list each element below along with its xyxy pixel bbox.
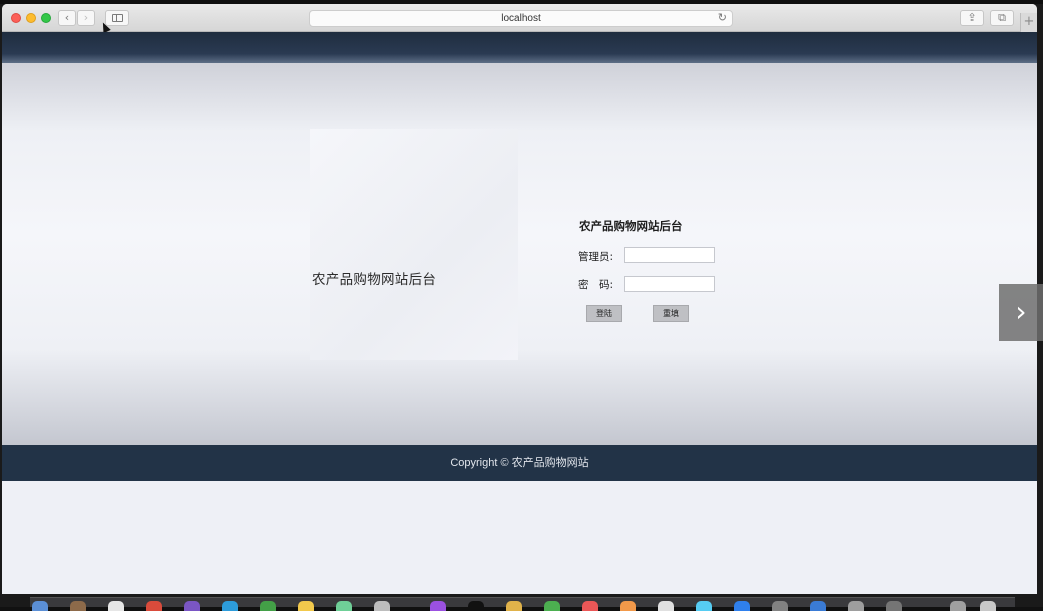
dock-app-icon[interactable]: [298, 601, 314, 611]
login-button[interactable]: 登陆: [586, 305, 622, 322]
tabs-icon: ⧉: [998, 11, 1006, 24]
dock-app-icon[interactable]: [336, 601, 352, 611]
dock-app-icon[interactable]: [374, 601, 390, 611]
dock-app-icon[interactable]: [222, 601, 238, 611]
dock-app-icon[interactable]: [950, 601, 966, 611]
sidebar-toggle-button[interactable]: [105, 10, 129, 26]
back-button[interactable]: ‹: [58, 10, 76, 26]
dock-app-icon[interactable]: [430, 601, 446, 611]
main-area: 农产品购物网站后台 农产品购物网站后台 管理员: 密 码: 登陆 重填: [2, 63, 1037, 445]
dock-app-icon[interactable]: [980, 601, 996, 611]
site-footer: Copyright © 农产品购物网站: [2, 445, 1037, 481]
left-panel: [310, 129, 518, 360]
close-window-button[interactable]: [11, 13, 21, 23]
dock-app-icon[interactable]: [810, 601, 826, 611]
dock-app-icon[interactable]: [32, 601, 48, 611]
page-content: 农产品购物网站后台 农产品购物网站后台 管理员: 密 码: 登陆 重填 Copy…: [2, 32, 1037, 594]
dock-app-icon[interactable]: [108, 601, 124, 611]
address-text: localhost: [501, 13, 541, 24]
share-icon: ⇪: [967, 11, 977, 24]
site-header: [2, 32, 1037, 63]
dock-app-icon[interactable]: [544, 601, 560, 611]
reset-button[interactable]: 重填: [653, 305, 689, 322]
admin-input[interactable]: [624, 247, 715, 263]
dock-app-icon[interactable]: [70, 601, 86, 611]
password-input[interactable]: [624, 276, 715, 292]
dock-app-icon[interactable]: [620, 601, 636, 611]
dock-app-icon[interactable]: [260, 601, 276, 611]
address-bar[interactable]: localhost ↻: [309, 10, 733, 27]
new-tab-button[interactable]: +: [1020, 13, 1037, 32]
dock-app-icon[interactable]: [468, 601, 484, 611]
chevron-left-icon: ‹: [64, 11, 70, 24]
show-tabs-button[interactable]: ⧉: [990, 10, 1014, 26]
reload-icon[interactable]: ↻: [718, 11, 727, 26]
dock-app-icon[interactable]: [772, 601, 788, 611]
sidebar-icon: [111, 14, 123, 22]
dock-app-icon[interactable]: [582, 601, 598, 611]
dock-app-icon[interactable]: [506, 601, 522, 611]
dock-app-icon[interactable]: [848, 601, 864, 611]
forward-button[interactable]: ›: [77, 10, 95, 26]
browser-window: ‹ › localhost ↻ ⇪ ⧉ + 农产品购物网站后台 农产品购物网站后…: [2, 4, 1037, 594]
dock: [30, 597, 1015, 611]
admin-label: 管理员:: [578, 251, 614, 263]
browser-toolbar: ‹ › localhost ↻ ⇪ ⧉ +: [2, 4, 1037, 32]
chevron-right-icon: ›: [1015, 295, 1027, 328]
screen: ‹ › localhost ↻ ⇪ ⧉ + 农产品购物网站后台 农产品购物网站后…: [0, 0, 1043, 611]
dock-app-icon[interactable]: [886, 601, 902, 611]
minimize-window-button[interactable]: [26, 13, 36, 23]
site-name: 农产品购物网站后台: [312, 272, 437, 288]
plus-icon: +: [1023, 14, 1035, 29]
next-slide-button[interactable]: ›: [999, 284, 1043, 341]
dock-app-icon[interactable]: [184, 601, 200, 611]
dock-app-icon[interactable]: [734, 601, 750, 611]
dock-app-icon[interactable]: [658, 601, 674, 611]
dock-app-icon[interactable]: [146, 601, 162, 611]
chevron-right-icon: ›: [83, 11, 89, 24]
dock-app-icon[interactable]: [696, 601, 712, 611]
page-bottom-area: [2, 481, 1037, 594]
password-label: 密 码:: [578, 279, 614, 291]
share-button[interactable]: ⇪: [960, 10, 984, 26]
login-title: 农产品购物网站后台: [579, 219, 683, 233]
maximize-window-button[interactable]: [41, 13, 51, 23]
